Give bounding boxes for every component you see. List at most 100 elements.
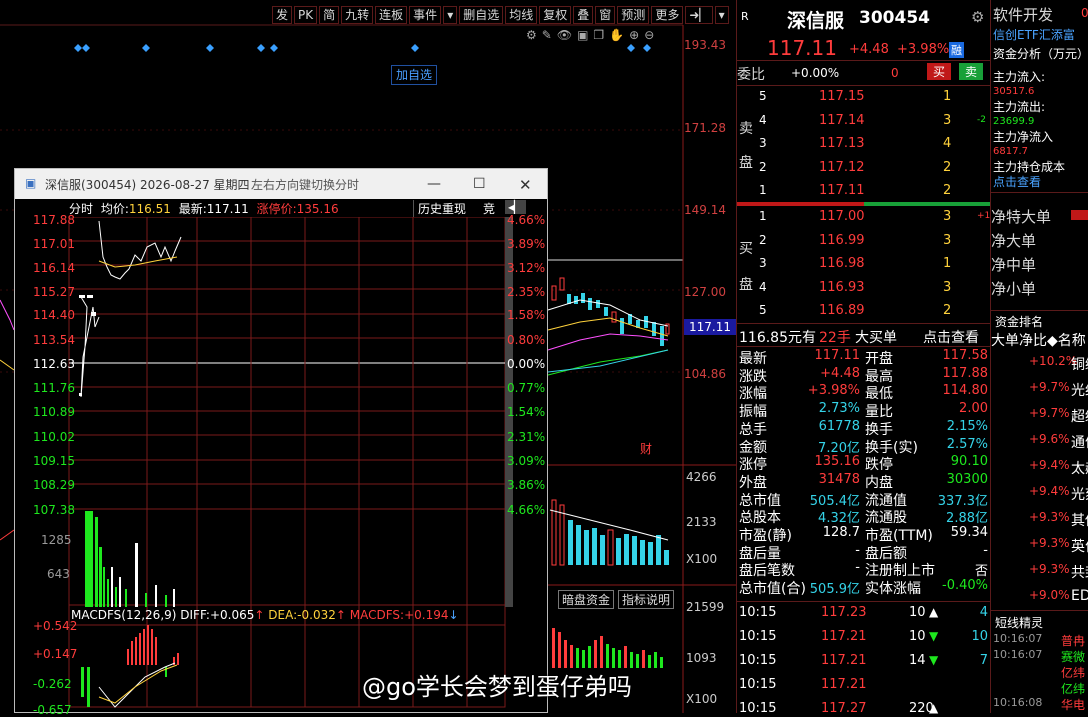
toolbar-button[interactable]: 复权 xyxy=(539,6,572,24)
collapse-arrow-icon[interactable]: ◂▏ xyxy=(505,200,527,214)
level-price[interactable]: 116.89 xyxy=(819,303,865,318)
close-icon[interactable]: ✕ xyxy=(519,176,532,194)
axis-tick: 3.09% xyxy=(507,454,546,468)
axis-tick: 2.35% xyxy=(507,285,546,299)
rank-row[interactable]: +9.7%超级 xyxy=(991,406,1088,426)
axis-tick: 110.89 xyxy=(33,405,75,419)
add-watchlist-button[interactable]: 加自选 xyxy=(391,65,437,85)
eye-icon[interactable]: 👁 xyxy=(557,28,572,42)
indicator-desc-tab[interactable]: 指标说明 xyxy=(618,590,675,609)
stat-value: 2.00 xyxy=(959,401,988,417)
toolbar-button[interactable]: ▾ xyxy=(443,6,458,24)
down-arrow-icon: ↓ xyxy=(448,608,459,622)
chart-icon-row: ⚙ ✎ 👁 ▣ ❐ ✋ ⊕ ⊖ xyxy=(526,28,654,42)
level-price[interactable]: 117.14 xyxy=(819,113,865,128)
toolbar-button[interactable]: 叠 xyxy=(573,6,594,24)
news-item[interactable]: 亿纬 xyxy=(1061,664,1085,681)
tick-count: 10 xyxy=(971,629,988,644)
level-volume: 1 xyxy=(943,89,952,104)
level-price[interactable]: 117.15 xyxy=(819,89,865,104)
rank-pct: +9.0% xyxy=(1029,588,1070,602)
rank-row[interactable]: +9.3%共封 xyxy=(991,562,1088,582)
toolbar-button[interactable]: 预测 xyxy=(617,6,650,24)
toolbar-button[interactable]: ➜▏ xyxy=(685,6,713,24)
level-number: 5 xyxy=(759,303,767,317)
settings-icon[interactable]: ⚙ xyxy=(526,28,537,42)
lock-icon[interactable]: ▣ xyxy=(577,28,588,42)
holding-cost-link[interactable]: 点击查看 xyxy=(993,173,1041,190)
level-price[interactable]: 116.99 xyxy=(819,233,865,248)
level-number: 3 xyxy=(759,256,767,270)
rank-name: 其他 xyxy=(1071,513,1088,529)
hand-icon[interactable]: ✋ xyxy=(609,28,624,42)
sell-button[interactable]: 卖 xyxy=(959,63,984,80)
inflow-value: 30517.6 xyxy=(993,86,1035,97)
rank-columns[interactable]: 大单净比◆名称 xyxy=(991,330,1086,350)
rank-row[interactable]: +9.4%太赫 xyxy=(991,458,1088,478)
financial-marker[interactable]: 财 xyxy=(640,440,652,457)
level-price[interactable]: 117.12 xyxy=(819,160,865,175)
ratio-value: +0.00% xyxy=(791,66,840,80)
copy-icon[interactable]: ❐ xyxy=(593,28,604,42)
etf-link[interactable]: 信创ETF汇添富 xyxy=(993,26,1075,43)
toolbar-button[interactable]: ▾ xyxy=(714,6,729,24)
rank-row[interactable]: +9.7%光纤 xyxy=(991,380,1088,400)
toolbar-button[interactable]: 发 xyxy=(272,6,293,24)
maximize-icon[interactable]: ☐ xyxy=(473,176,486,192)
price-change: +4.48 xyxy=(849,42,889,57)
rank-row[interactable]: +10.2%铜缆 xyxy=(991,354,1088,374)
level-price[interactable]: 116.93 xyxy=(819,280,865,295)
toolbar-button[interactable]: 事件 xyxy=(409,6,442,24)
macd-tick: -0.262 xyxy=(33,677,72,691)
rank-row[interactable]: +9.0%EDA xyxy=(991,588,1088,608)
minimize-icon[interactable]: — xyxy=(427,176,441,192)
zoom-in-icon[interactable]: ⊕ xyxy=(629,28,639,42)
level-number: 1 xyxy=(759,183,767,197)
intraday-chart[interactable] xyxy=(15,217,547,713)
stat-value: 505.4亿 xyxy=(809,493,860,509)
watermark-text: @go学长会梦到蛋仔弟吗 xyxy=(362,673,632,701)
history-replay-button[interactable]: 历史重现 xyxy=(413,200,466,217)
limit-value: 135.16 xyxy=(296,202,339,216)
buy-button[interactable]: 买 xyxy=(927,63,952,80)
toolbar-button[interactable]: 删自选 xyxy=(459,6,504,24)
rank-row[interactable]: +9.4%光刻 xyxy=(991,484,1088,504)
rank-row[interactable]: +9.3%其他 xyxy=(991,510,1088,530)
toolbar-button[interactable]: PK xyxy=(294,6,318,24)
axis-tick: 109.15 xyxy=(33,454,75,468)
view-big-order-link[interactable]: 点击查看 xyxy=(923,327,979,347)
toolbar-button[interactable]: 更多 xyxy=(651,6,684,24)
toolbar-button[interactable]: 九转 xyxy=(341,6,374,24)
inflow-label: 主力流入: xyxy=(993,70,1046,84)
level-price[interactable]: 117.00 xyxy=(819,209,865,224)
news-item[interactable]: 赛微 xyxy=(1061,648,1085,665)
toolbar-button[interactable]: 简 xyxy=(319,6,340,24)
toolbar-button[interactable]: 均线 xyxy=(505,6,538,24)
level-price[interactable]: 116.98 xyxy=(819,256,865,271)
rank-row[interactable]: +9.3%英伟 xyxy=(991,536,1088,556)
stat-value: 2.88亿 xyxy=(946,511,988,527)
sector-name[interactable]: 软件开发 xyxy=(993,4,1053,25)
legend-item: 净中单 xyxy=(991,256,1037,274)
draw-icon[interactable]: ✎ xyxy=(542,28,552,42)
level-price[interactable]: 117.13 xyxy=(819,136,865,151)
rank-name: EDA xyxy=(1071,588,1088,604)
intraday-popup-window[interactable]: ▣ 深信服(300454) 2026-08-27 星期四 左右方向键切换分时 —… xyxy=(14,168,548,717)
axis-tick: 1.58% xyxy=(507,308,546,322)
popup-titlebar[interactable]: ▣ 深信服(300454) 2026-08-27 星期四 左右方向键切换分时 —… xyxy=(15,169,547,199)
legend-item: 净小单 xyxy=(991,280,1037,298)
news-item[interactable]: 亿纬 xyxy=(1061,680,1085,697)
tick-volume: 10 xyxy=(909,605,926,620)
news-item[interactable]: 普冉 xyxy=(1061,632,1085,649)
bid-button[interactable]: 竞 xyxy=(483,200,495,217)
toolbar-button[interactable]: 连板 xyxy=(375,6,408,24)
toolbar-button[interactable]: 窗 xyxy=(595,6,616,24)
news-item[interactable]: 华电 xyxy=(1061,696,1085,713)
tick-price: 117.21 xyxy=(821,653,867,668)
zoom-out-icon[interactable]: ⊖ xyxy=(644,28,654,42)
gear-icon[interactable]: ⚙ xyxy=(971,8,984,26)
rank-row[interactable]: +9.6%通信 xyxy=(991,432,1088,452)
level-price[interactable]: 117.11 xyxy=(819,183,865,198)
dark-fund-tab[interactable]: 暗盘资金 xyxy=(558,590,615,609)
popup-info-bar: 分时 均价:116.51 最新:117.11 涨停价:135.16 历史重现 竞… xyxy=(69,200,547,218)
